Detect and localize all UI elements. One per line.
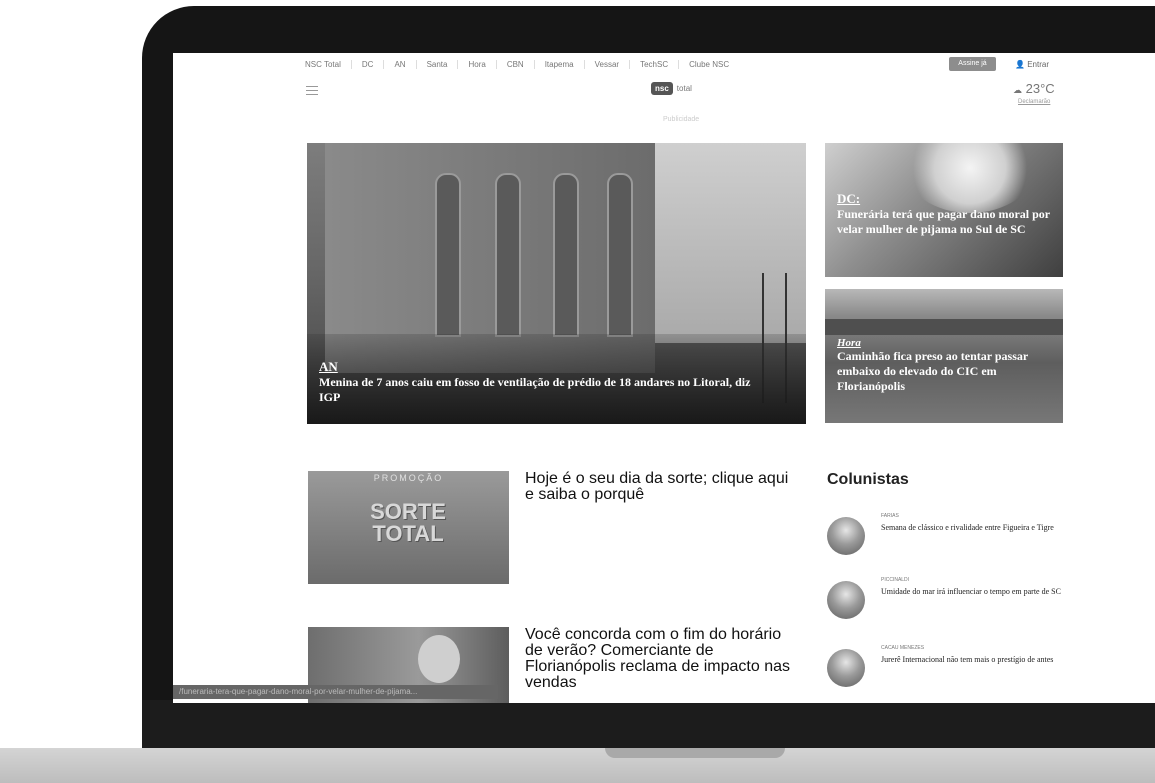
logo-mark: nsc [651, 82, 673, 95]
columnist-name[interactable]: Cacau Menezes [881, 645, 924, 651]
avatar[interactable] [827, 649, 865, 687]
nav-item-itapema[interactable]: Itapema [545, 60, 585, 69]
login-label: Entrar [1027, 60, 1049, 69]
nav-item-clube-nsc[interactable]: Clube NSC [689, 60, 739, 69]
nav-item-cbn[interactable]: CBN [507, 60, 535, 69]
side-story-2-tag[interactable]: Hora [837, 337, 1062, 349]
nav-item-santa[interactable]: Santa [427, 60, 459, 69]
cloud-icon: ☁ [1013, 85, 1022, 95]
nav-item-dc[interactable]: DC [362, 60, 385, 69]
laptop-base [0, 748, 1155, 783]
hero-title[interactable]: Menina de 7 anos caiu em fosso de ventil… [319, 375, 769, 405]
site-network-nav: NSC Total DC AN Santa Hora CBN Itapema V… [305, 60, 749, 69]
menu-icon[interactable] [306, 86, 318, 98]
hero-caption: AN Menina de 7 anos caiu em fosso de ven… [319, 359, 769, 405]
logo-word: total [676, 84, 692, 93]
side-story-1-caption: DC: Funerária terá que pagar dano moral … [837, 191, 1057, 237]
nav-item-an[interactable]: AN [394, 60, 417, 69]
side-story-2-title[interactable]: Caminhão fica preso ao tentar passar emb… [837, 349, 1062, 394]
columnist-item[interactable]: Piccinaldi Umidade do mar irá influencia… [827, 577, 1067, 629]
columnist-headline[interactable]: Jurerê Internacional não tem mais o pres… [881, 654, 1066, 665]
story-1-title[interactable]: Hoje é o seu dia da sorte; clique aqui e… [525, 471, 795, 503]
columnist-name[interactable]: Farias [881, 513, 899, 519]
story-2-image-person [418, 635, 460, 683]
user-icon: 👤 [1015, 60, 1025, 69]
side-story-1-tag[interactable]: DC: [837, 191, 1057, 207]
columnist-headline[interactable]: Semana de clássico e rivalidade entre Fi… [881, 522, 1066, 533]
login-link[interactable]: 👤 Entrar [1015, 60, 1049, 69]
story-1-thumbnail[interactable]: PROMOÇÃO SORTE TOTAL [308, 471, 509, 584]
temperature: 23°C [1025, 81, 1055, 96]
nav-item-nsc-total[interactable]: NSC Total [305, 60, 352, 69]
avatar[interactable] [827, 517, 865, 555]
laptop-notch [605, 748, 785, 758]
side-story-2[interactable]: Hora Caminhão fica preso ao tentar passa… [825, 289, 1063, 423]
promo-label: PROMOÇÃO [373, 473, 444, 483]
side-story-2-image [825, 319, 1063, 335]
side-story-1[interactable]: DC: Funerária terá que pagar dano moral … [825, 143, 1063, 277]
columnist-item[interactable]: Farias Semana de clássico e rivalidade e… [827, 513, 1067, 565]
nav-item-techsc[interactable]: TechSC [640, 60, 680, 69]
laptop-bezel-bottom [142, 700, 1155, 750]
side-story-2-caption: Hora Caminhão fica preso ao tentar passa… [837, 337, 1062, 394]
avatar[interactable] [827, 581, 865, 619]
nav-item-vessar[interactable]: Vessar [595, 60, 631, 69]
hero-story[interactable]: AN Menina de 7 anos caiu em fosso de ven… [307, 143, 806, 424]
columnists-heading: Colunistas [827, 471, 909, 488]
columnist-name[interactable]: Piccinaldi [881, 577, 909, 583]
subscribe-button[interactable]: Assine já [949, 57, 996, 71]
sorte-total-logo: SORTE TOTAL [370, 499, 446, 546]
site-logo[interactable]: nsc total [651, 82, 692, 95]
browser-status-bar: /funeraria-tera-que-pagar-dano-moral-por… [173, 685, 498, 699]
weather-widget[interactable]: ☁ 23°C [1013, 81, 1055, 96]
browser-screen: NSC Total DC AN Santa Hora CBN Itapema V… [173, 53, 1155, 703]
columnist-headline[interactable]: Umidade do mar irá influenciar o tempo e… [881, 586, 1066, 597]
hero-tag[interactable]: AN [319, 359, 769, 375]
ad-label: Publicidade [663, 116, 700, 123]
side-story-1-title[interactable]: Funerária terá que pagar dano moral por … [837, 207, 1057, 237]
story-2-title[interactable]: Você concorda com o fim do horário de ve… [525, 627, 795, 691]
columnist-item[interactable]: Cacau Menezes Jurerê Internacional não t… [827, 645, 1067, 697]
weather-location[interactable]: Declamarão [1018, 99, 1050, 105]
nav-item-hora[interactable]: Hora [468, 60, 497, 69]
